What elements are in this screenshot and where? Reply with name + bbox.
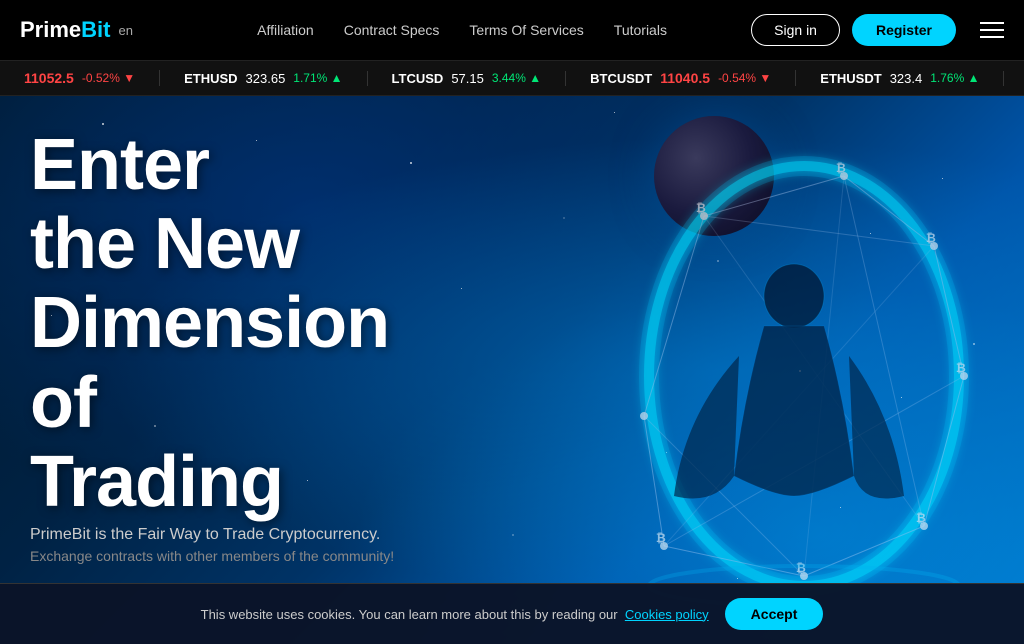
signin-button[interactable]: Sign in <box>751 14 840 46</box>
ltcusd-price: 57.15 <box>451 71 484 86</box>
ltcusd-change: 3.44% ▲ <box>492 71 541 85</box>
hero-tagline: PrimeBit is the Fair Way to Trade Crypto… <box>30 526 394 544</box>
network-svg: ₿ ₿ ₿ ₿ ₿ ₿ ₿ <box>424 96 1024 644</box>
nav-actions: Sign in Register <box>751 14 1004 46</box>
ticker-item-ltcusd: LTCUSD 57.15 3.44% ▲ <box>368 71 567 86</box>
hamburger-menu[interactable] <box>980 22 1004 38</box>
hero-subtitle: PrimeBit is the Fair Way to Trade Crypto… <box>30 526 394 564</box>
cookie-banner: This website uses cookies. You can learn… <box>0 583 1024 644</box>
nav-affiliation[interactable]: Affiliation <box>257 22 314 38</box>
hero-headline: Enter the New Dimension of Trading <box>30 126 389 522</box>
ticker-content: 11052.5 -0.52% ▼ ETHUSD 323.65 1.71% ▲ L… <box>0 70 1024 86</box>
nav-links: Affiliation Contract Specs Terms Of Serv… <box>173 22 751 38</box>
hamburger-line3 <box>980 36 1004 38</box>
hamburger-line1 <box>980 22 1004 24</box>
nav-tutorials[interactable]: Tutorials <box>614 22 667 38</box>
logo[interactable]: PrimeBit <box>20 17 110 43</box>
hero-section: ₿ ₿ ₿ ₿ ₿ ₿ ₿ <box>0 96 1024 644</box>
ticker-item-ethusdt: ETHUSDT 323.4 1.76% ▲ <box>796 71 1004 86</box>
ticker-item-ltcusdt: LTCUSDT 57.1 3.54% ▲ <box>1004 71 1024 86</box>
cookie-message: This website uses cookies. You can learn… <box>201 607 618 622</box>
hero-text: Enter the New Dimension of Trading <box>30 126 389 522</box>
svg-text:₿: ₿ <box>956 361 966 375</box>
btcusdt-change: -0.54% ▼ <box>718 71 771 85</box>
cookies-policy-link[interactable]: Cookies policy <box>625 607 709 622</box>
hero-line3: Dimension <box>30 283 389 363</box>
logo-bit: Bit <box>81 17 110 43</box>
hero-line2: the New <box>30 204 299 284</box>
ticker-item-ethusd: ETHUSD 323.65 1.71% ▲ <box>160 71 367 86</box>
hamburger-line2 <box>980 29 1004 31</box>
ltcusd-symbol: LTCUSD <box>392 71 444 86</box>
svg-text:₿: ₿ <box>656 531 666 545</box>
ticker-item-btcusd-main: 11052.5 -0.52% ▼ <box>0 70 160 86</box>
ethusd-price: 323.65 <box>246 71 286 86</box>
navbar: PrimeBit en Affiliation Contract Specs T… <box>0 0 1024 60</box>
ticker-bar: 11052.5 -0.52% ▼ ETHUSD 323.65 1.71% ▲ L… <box>0 60 1024 96</box>
ethusdt-change: 1.76% ▲ <box>930 71 979 85</box>
ethusd-symbol: ETHUSD <box>184 71 237 86</box>
hero-line1: Enter <box>30 125 209 205</box>
hero-line4: of <box>30 363 96 443</box>
register-button[interactable]: Register <box>852 14 956 46</box>
btcusdt-symbol: BTCUSDT <box>590 71 652 86</box>
ticker-item-btcusdt: BTCUSDT 11040.5 -0.54% ▼ <box>566 70 796 86</box>
language-selector[interactable]: en <box>118 23 132 38</box>
svg-text:₿: ₿ <box>926 231 936 245</box>
ethusdt-symbol: ETHUSDT <box>820 71 881 86</box>
ethusdt-price: 323.4 <box>890 71 923 86</box>
hero-description: Exchange contracts with other members of… <box>30 548 394 564</box>
ethusd-change: 1.71% ▲ <box>293 71 342 85</box>
hero-line5: Trading <box>30 442 283 522</box>
btcusd-main-change: -0.52% ▼ <box>82 71 135 85</box>
svg-text:₿: ₿ <box>916 511 926 525</box>
btcusd-main-price: 11052.5 <box>24 70 74 86</box>
svg-text:₿: ₿ <box>696 201 706 215</box>
cookie-text: This website uses cookies. You can learn… <box>201 607 709 622</box>
nav-contract-specs[interactable]: Contract Specs <box>344 22 440 38</box>
nav-terms[interactable]: Terms Of Services <box>469 22 583 38</box>
cookie-accept-button[interactable]: Accept <box>725 598 824 630</box>
logo-prime: Prime <box>20 17 81 43</box>
svg-text:₿: ₿ <box>836 161 846 175</box>
btcusdt-price: 11040.5 <box>660 70 710 86</box>
